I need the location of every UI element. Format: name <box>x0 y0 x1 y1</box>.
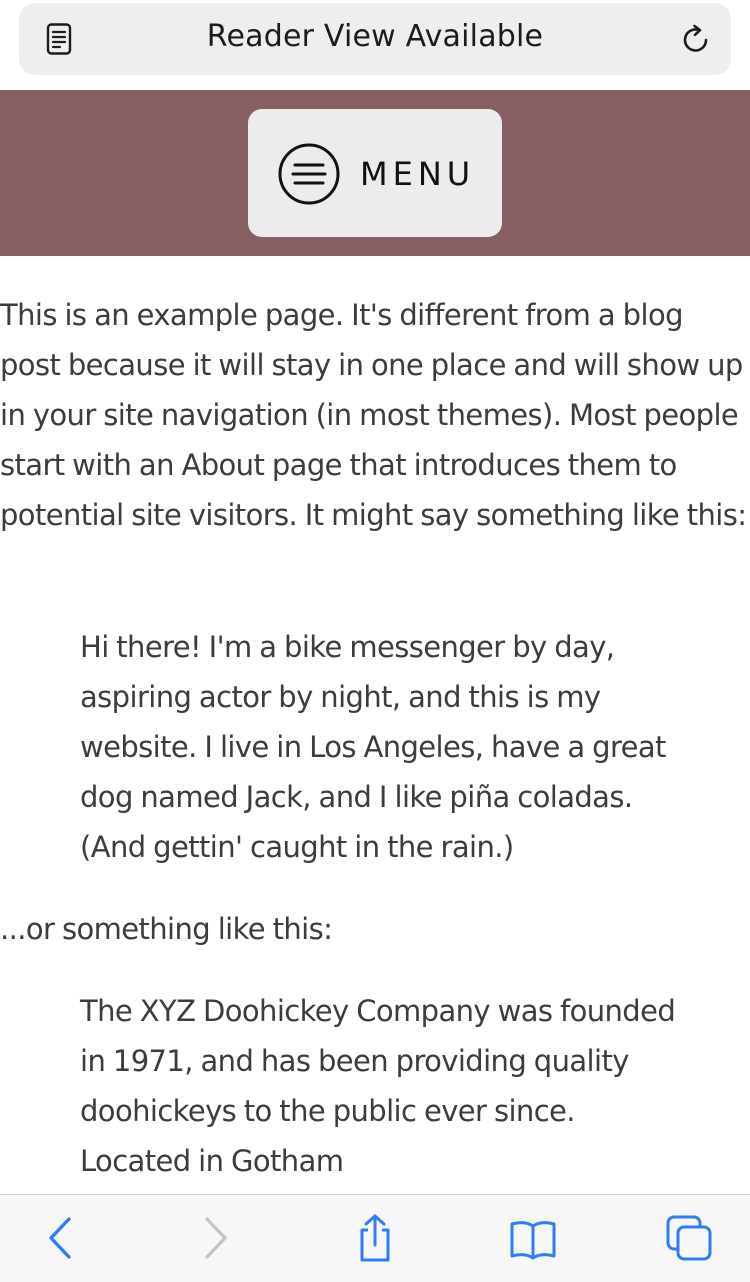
transition-paragraph: ...or something like this: <box>0 912 333 946</box>
forward-icon[interactable] <box>190 1213 240 1263</box>
menu-label: MENU <box>360 155 476 193</box>
example-quote-company: The XYZ Doohickey Company was founded in… <box>80 994 676 1178</box>
browser-bottom-toolbar <box>0 1194 750 1282</box>
site-header: MENU <box>0 90 750 256</box>
hamburger-menu-icon <box>278 143 340 205</box>
address-bar-label[interactable]: Reader View Available <box>19 19 731 54</box>
menu-button[interactable]: MENU <box>248 109 502 237</box>
back-icon[interactable] <box>36 1213 86 1263</box>
example-quote-personal: Hi there! I'm a bike messenger by day, a… <box>80 630 666 864</box>
browser-top-bar: Reader View Available <box>0 0 750 90</box>
tabs-icon[interactable] <box>664 1213 714 1263</box>
intro-paragraph: This is an example page. It's different … <box>0 298 747 532</box>
share-icon[interactable] <box>350 1213 400 1263</box>
bookmarks-icon[interactable] <box>508 1213 558 1263</box>
address-bar[interactable]: Reader View Available <box>19 3 731 75</box>
reload-icon[interactable] <box>679 23 713 57</box>
